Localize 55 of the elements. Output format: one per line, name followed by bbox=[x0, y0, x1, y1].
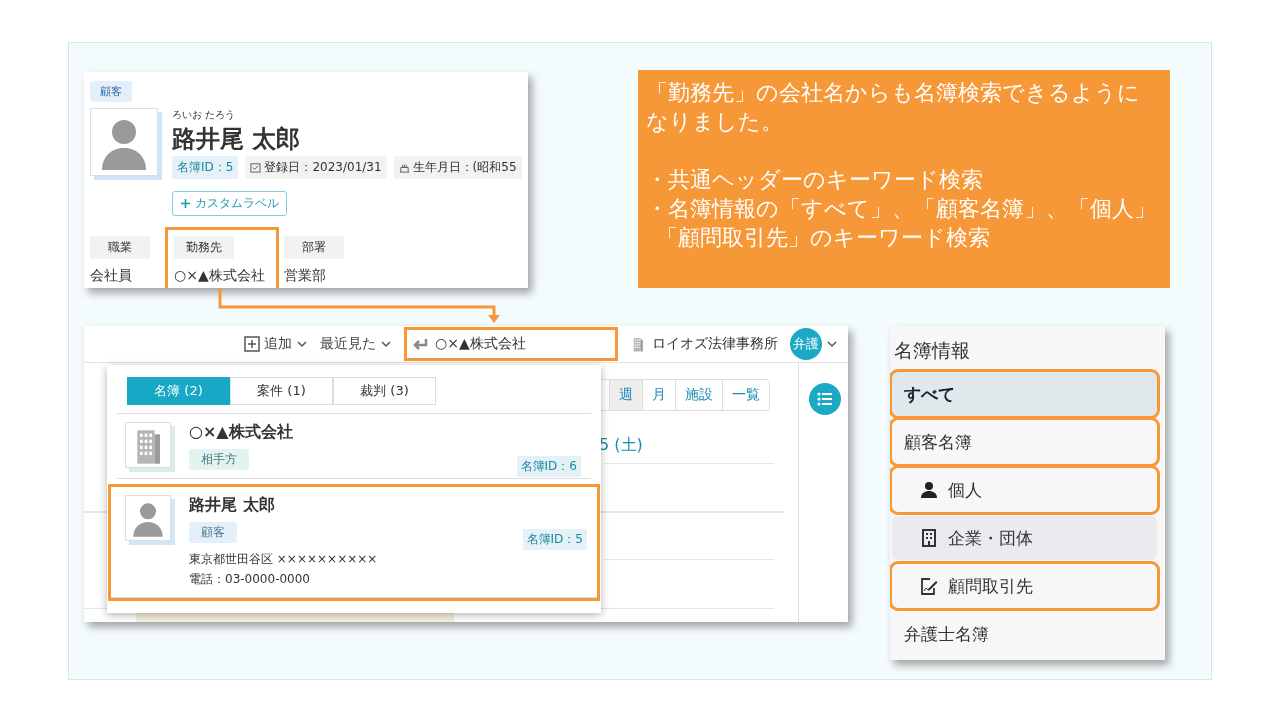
meta-chip: 生年月日：(昭和55 bbox=[393, 156, 522, 179]
result-tag: 相手方 bbox=[189, 449, 249, 470]
result-tag: 顧客 bbox=[189, 522, 237, 543]
view-tab[interactable]: 週 bbox=[609, 380, 642, 410]
custom-label-button[interactable]: カスタムラベル bbox=[172, 191, 287, 216]
add-menu[interactable]: 追加 bbox=[244, 335, 308, 353]
office-name[interactable]: ロイオズ法律事務所 bbox=[630, 335, 778, 353]
building-icon bbox=[920, 529, 938, 547]
chevron-down-icon bbox=[826, 338, 838, 350]
sidebar-item[interactable]: 弁護士名簿 bbox=[892, 612, 1157, 656]
result-name: 路井尾 太郎 bbox=[189, 495, 276, 516]
field-label: 部署 bbox=[284, 236, 344, 259]
result-tab[interactable]: 裁判 (3) bbox=[333, 377, 436, 405]
meta-chip: 登録日：2023/01/31 bbox=[245, 156, 387, 179]
chevron-down-icon bbox=[380, 338, 392, 350]
result-id: 名簿ID：6 bbox=[516, 456, 581, 477]
plus-icon bbox=[180, 198, 191, 209]
bullet-text: ・名簿情報の「すべて」、「顧客名簿」、「個人」 bbox=[646, 195, 1157, 223]
search-result[interactable]: 路井尾 太郎 顧客 東京都世田谷区 ×××××××××× 電話：03-0000-0000 名簿ID：5 bbox=[111, 487, 597, 598]
view-tab[interactable]: 一覧 bbox=[722, 380, 769, 410]
bullet-text: 「顧問取引先」のキーワード検索 bbox=[655, 224, 991, 252]
field-value: 営業部 bbox=[284, 267, 327, 285]
plus-square-icon bbox=[244, 336, 260, 352]
name-reading: ろいお たろう bbox=[172, 108, 237, 122]
field-value: 会社員 bbox=[90, 267, 133, 285]
date-heading: 5 (土) bbox=[599, 435, 643, 456]
bullet-text: ・共通ヘッダーのキーワード検索 bbox=[646, 166, 984, 194]
sidebar-item[interactable]: 個人 bbox=[892, 468, 1157, 512]
sidebar-item[interactable]: すべて bbox=[892, 372, 1157, 416]
sidebar-item[interactable]: 企業・団体 bbox=[892, 516, 1157, 560]
user-avatar: 弁護 bbox=[790, 328, 822, 360]
sidebar-title: 名簿情報 bbox=[893, 338, 971, 363]
cake-icon bbox=[398, 162, 410, 173]
person-name: 路井尾 太郎 bbox=[172, 124, 302, 154]
return-arrow-icon bbox=[412, 336, 428, 352]
sidebar-item[interactable]: 顧客名簿 bbox=[892, 420, 1157, 464]
callout-text: 「勤務先」の会社名からも名簿検索できるようになりました。 bbox=[646, 79, 1141, 136]
person-icon bbox=[920, 481, 938, 499]
field-label: 勤務先 bbox=[174, 236, 234, 259]
result-name: ○×▲株式会社 bbox=[189, 422, 294, 443]
field-label: 職業 bbox=[90, 236, 150, 259]
search-field[interactable]: ○×▲株式会社 bbox=[404, 327, 618, 361]
meta-chip: 名簿ID：5 bbox=[172, 156, 239, 179]
document-pen-icon bbox=[920, 577, 938, 595]
result-tab[interactable]: 案件 (1) bbox=[230, 377, 333, 405]
list-icon[interactable] bbox=[809, 383, 841, 415]
search-result[interactable]: ○×▲株式会社 相手方 名簿ID：6 bbox=[117, 414, 591, 479]
calendar-icon bbox=[250, 162, 262, 173]
result-address: 東京都世田谷区 ×××××××××× 電話：03-0000-0000 bbox=[189, 551, 379, 588]
field-value: ○×▲株式会社 bbox=[174, 267, 266, 285]
sidebar-item[interactable]: 顧問取引先 bbox=[892, 564, 1157, 608]
result-id: 名簿ID：5 bbox=[522, 529, 587, 550]
chevron-down-icon bbox=[296, 338, 308, 350]
recent-menu[interactable]: 最近見た bbox=[320, 335, 392, 353]
category-badge: 顧客 bbox=[90, 81, 132, 102]
